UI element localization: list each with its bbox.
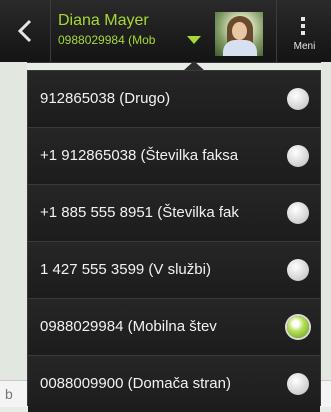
chevron-left-icon <box>18 19 32 43</box>
number-option[interactable]: 0088009900 (Domača stran) <box>28 356 320 412</box>
background-content <box>0 62 27 406</box>
number-option-label: 0088009900 (Domača stran) <box>40 375 231 392</box>
radio-button[interactable] <box>287 145 309 167</box>
contact-name: Diana Mayer <box>58 12 149 29</box>
number-option-label: 1 427 555 3599 (V službi) <box>40 261 211 278</box>
number-picker-popup: 912865038 (Drugo) +1 912865038 (Številka… <box>27 70 321 412</box>
number-option[interactable]: 1 427 555 3599 (V službi) <box>28 242 320 299</box>
radio-button[interactable] <box>287 373 309 395</box>
number-option[interactable]: 912865038 (Drugo) <box>28 71 320 128</box>
radio-button[interactable] <box>287 202 309 224</box>
contact-avatar[interactable] <box>215 12 263 56</box>
menu-button[interactable]: Meni <box>276 0 331 62</box>
number-option[interactable]: +1 912865038 (Številka faksa <box>28 128 320 185</box>
number-option-label: 0988029984 (Mobilna štev <box>40 318 217 335</box>
number-option[interactable]: +1 885 555 8951 (Številka fak <box>28 185 320 242</box>
number-option[interactable]: 0988029984 (Mobilna štev <box>28 299 320 356</box>
back-button[interactable] <box>0 0 51 62</box>
contact-number: 0988029984 (Mob <box>58 33 156 47</box>
number-option-label: +1 912865038 (Številka faksa <box>40 147 239 164</box>
radio-button[interactable] <box>287 259 309 281</box>
radio-button[interactable] <box>287 88 309 110</box>
radio-button-selected[interactable] <box>287 316 309 338</box>
background-content-right <box>321 62 331 406</box>
dropdown-arrow-icon[interactable] <box>187 36 201 44</box>
action-bar: Diana Mayer 0988029984 (Mob Meni <box>0 0 331 63</box>
composer-text: b <box>5 386 13 402</box>
menu-label: Meni <box>293 41 316 52</box>
contact-selector[interactable]: Diana Mayer 0988029984 (Mob <box>58 12 208 48</box>
overflow-menu-icon <box>301 17 305 38</box>
number-option-label: +1 885 555 8951 (Številka fak <box>40 204 239 221</box>
number-option-label: 912865038 (Drugo) <box>40 90 171 107</box>
